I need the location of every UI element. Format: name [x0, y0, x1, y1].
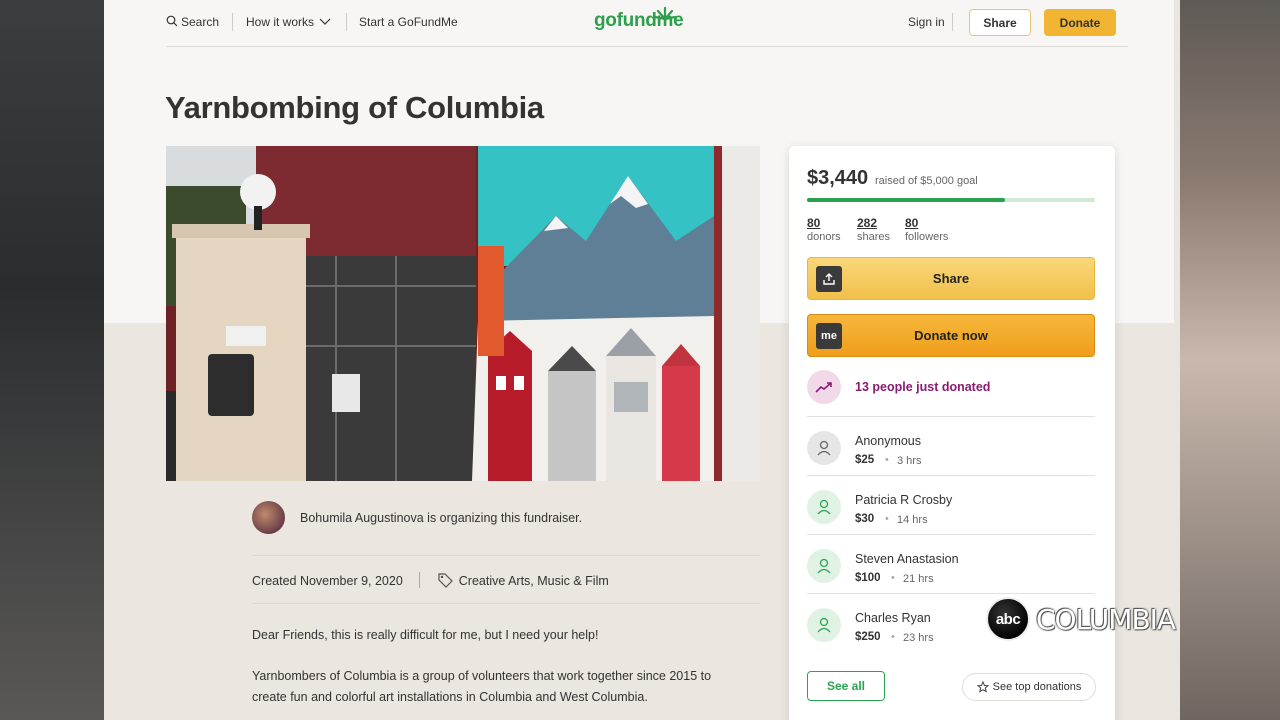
stat-value: 80: [807, 216, 821, 230]
stat-label: shares: [857, 231, 891, 243]
sign-in-link[interactable]: Sign in: [908, 15, 945, 29]
donation-time: 21 hrs: [903, 573, 934, 585]
yarnbombed-pole-photo: [166, 146, 760, 481]
chevron-down-icon: [319, 18, 331, 25]
donation-time: 3 hrs: [897, 455, 922, 467]
category-link[interactable]: Creative Arts, Music & Film: [459, 574, 609, 588]
stat-value: 80: [905, 216, 919, 230]
donor-avatar-icon: [807, 431, 841, 465]
station-watermark: COLUMBIA: [1036, 603, 1176, 636]
search-label: Search: [181, 15, 220, 29]
abc-network-logo: abc: [986, 597, 1030, 641]
donation-amount: $25: [855, 454, 875, 466]
page-title: Yarnbombing of Columbia: [165, 90, 544, 125]
story-paragraph: Yarnbombers of Columbia is a group of vo…: [252, 669, 712, 683]
stat-value: 282: [857, 216, 878, 230]
nav-divider: [232, 13, 233, 31]
divider: [252, 555, 760, 556]
header-donate-button[interactable]: Donate: [1044, 9, 1116, 36]
nav-divider: [952, 13, 953, 31]
donate-now-button[interactable]: me Donate now: [807, 314, 1095, 357]
donation-amount: $250: [855, 631, 881, 643]
donor-name: Anonymous: [855, 434, 922, 448]
organizer-text: Bohumila Augustinova is organizing this …: [300, 511, 583, 525]
campaign-hero-image: [166, 146, 760, 481]
progress-fill: [807, 198, 1006, 202]
separator-dot: •: [885, 454, 889, 466]
amount-raised: $3,440: [807, 167, 869, 189]
organizer-avatar[interactable]: [252, 501, 285, 534]
trend-text: 13 people just donated: [855, 380, 991, 394]
search-link[interactable]: Search: [166, 15, 219, 29]
donation-item: Steven Anastasion $100 • 21 hrs: [807, 534, 1095, 593]
how-it-works-menu[interactable]: How it works: [246, 15, 331, 29]
logo-sprout-icon: [654, 6, 676, 20]
tag-icon: [438, 573, 453, 588]
donor-avatar-icon: [807, 608, 841, 642]
star-icon: [976, 681, 989, 693]
campaign-meta: Created November 9, 2020 Creative Arts, …: [252, 572, 609, 588]
donation-time: 14 hrs: [897, 514, 928, 526]
donation-item: Anonymous $25 • 3 hrs: [807, 416, 1095, 475]
story-paragraph: Dear Friends, this is really difficult f…: [252, 628, 599, 642]
search-icon: [166, 15, 178, 27]
separator-dot: •: [891, 572, 895, 584]
donation-amount: $30: [855, 513, 875, 525]
donor-name: Steven Anastasion: [855, 552, 959, 566]
donor-avatar-icon: [807, 549, 841, 583]
header-share-button[interactable]: Share: [969, 9, 1031, 36]
donate-button-label: Donate now: [914, 328, 988, 343]
stat-donors[interactable]: 80 donors: [807, 216, 841, 244]
nav-divider: [346, 13, 347, 31]
how-it-works-label: How it works: [246, 15, 315, 29]
donor-name: Patricia R Crosby: [855, 493, 953, 507]
donor-avatar-icon: [807, 490, 841, 524]
share-upload-icon: [816, 266, 842, 292]
goal-text: raised of $5,000 goal: [875, 175, 978, 187]
stat-label: followers: [905, 231, 949, 243]
see-top-label: See top donations: [992, 681, 1082, 693]
recent-donations-banner: 13 people just donated: [807, 370, 1095, 416]
separator-dot: •: [891, 631, 895, 643]
see-all-button[interactable]: See all: [807, 671, 885, 701]
progress-bar: [807, 198, 1095, 202]
share-button[interactable]: Share: [807, 257, 1095, 300]
divider: [252, 603, 760, 604]
stat-followers[interactable]: 80 followers: [905, 216, 948, 244]
gofundme-me-icon: me: [816, 323, 842, 349]
stat-label: donors: [807, 231, 841, 243]
donation-item: Patricia R Crosby $30 • 14 hrs: [807, 475, 1095, 534]
broadcast-background-right: [1174, 0, 1280, 720]
separator-dot: •: [885, 513, 889, 525]
top-navigation: Search How it works Start a GoFundMe gof…: [166, 0, 1128, 47]
created-date: Created November 9, 2020: [252, 574, 403, 588]
meta-divider: [419, 572, 421, 588]
organizer-row: Bohumila Augustinova is organizing this …: [252, 501, 760, 535]
trending-up-icon: [807, 370, 841, 404]
see-top-donations-button[interactable]: See top donations: [962, 673, 1096, 701]
donation-time: 23 hrs: [903, 632, 934, 644]
donor-name: Charles Ryan: [855, 611, 931, 625]
start-gofundme-link[interactable]: Start a GoFundMe: [359, 15, 458, 29]
share-button-label: Share: [932, 271, 970, 286]
stat-shares[interactable]: 282 shares: [857, 216, 890, 244]
donation-amount: $100: [855, 572, 881, 584]
broadcast-background-left: [0, 0, 104, 720]
story-paragraph: create fun and colorful art installation…: [252, 690, 648, 704]
